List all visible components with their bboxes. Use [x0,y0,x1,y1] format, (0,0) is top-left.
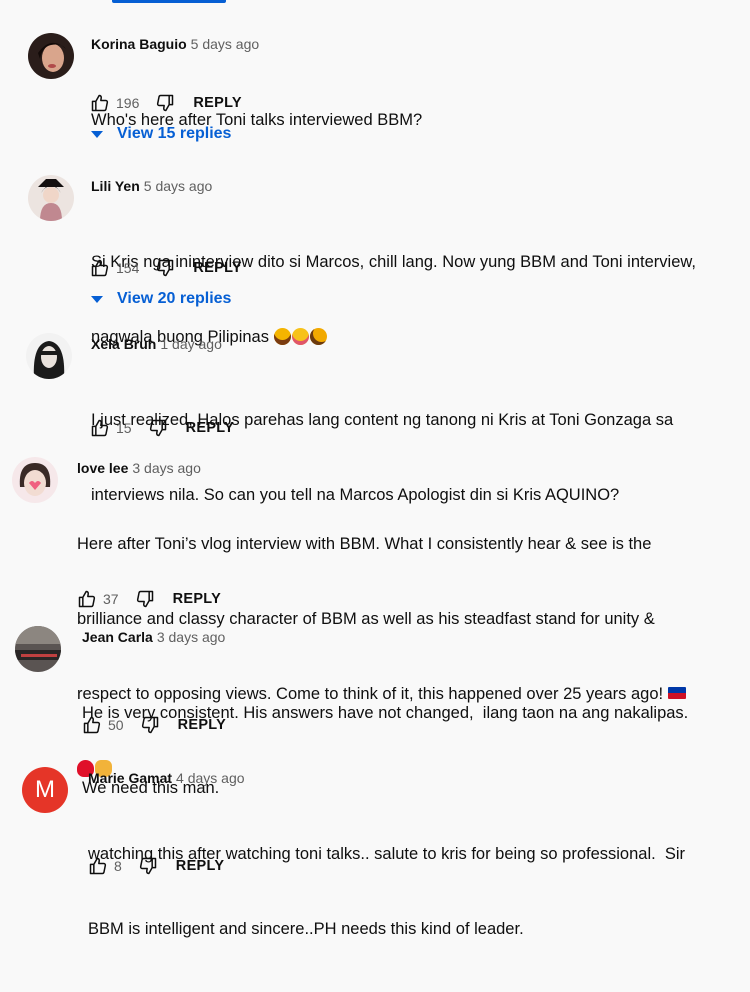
reply-button[interactable]: REPLY [193,95,242,111]
comment-actions: 15 REPLY [88,416,234,440]
avatar[interactable] [26,333,72,379]
author-name[interactable]: Jean Carla [82,629,153,645]
reply-button[interactable]: REPLY [173,591,222,607]
thumbs-down-icon [157,94,174,112]
profile-photo-icon [15,626,61,672]
comment-header: Marie Gamat 4 days ago [88,770,245,786]
like-button[interactable] [80,713,104,737]
dislike-button[interactable] [138,713,162,737]
caret-down-icon [91,295,103,303]
reply-button[interactable]: REPLY [178,717,227,733]
avatar[interactable]: M [22,767,68,813]
comment-time[interactable]: 3 days ago [132,460,201,476]
comment-time[interactable]: 4 days ago [176,770,245,786]
previous-replies-link-edge [112,0,226,3]
grinning-sweat-emoji [273,328,291,345]
thumbs-up-icon [89,857,107,875]
thumbs-up-icon [78,590,96,608]
avatar[interactable] [15,626,61,672]
author-name[interactable]: Marie Gamat [88,770,172,786]
dislike-button[interactable] [146,416,170,440]
like-count: 196 [116,95,140,111]
reply-button[interactable]: REPLY [193,260,242,276]
comment-line: BBM is intelligent and sincere..PH needs… [88,920,524,938]
author-name[interactable]: Xela Bruh [91,336,156,352]
profile-photo-icon [28,33,74,79]
like-button[interactable] [86,854,110,878]
comment-time[interactable]: 3 days ago [157,629,226,645]
like-count: 50 [108,717,124,733]
thumbs-up-icon [91,419,109,437]
comment-header: Lili Yen 5 days ago [91,178,212,194]
caret-down-icon [91,130,103,138]
winking-tongue-emoji [291,328,309,345]
view-replies-button[interactable]: View 15 replies [91,125,231,143]
comment-actions: 8 REPLY [86,854,224,878]
profile-photo-icon [26,333,72,379]
reply-button[interactable]: REPLY [176,858,225,874]
thumbs-up-icon [83,716,101,734]
avatar[interactable] [28,33,74,79]
comment-actions: 154 REPLY [88,256,242,280]
comment-time[interactable]: 1 day ago [160,336,222,352]
dislike-button[interactable] [153,256,177,280]
view-replies-label: View 15 replies [117,125,232,142]
comment-text: watching this after watching toni talks.… [88,792,685,992]
comment-header: love lee 3 days ago [77,460,201,476]
like-button[interactable] [88,256,112,280]
comment-header: Xela Bruh 1 day ago [91,336,222,352]
comment-time[interactable]: 5 days ago [191,36,260,52]
thumbs-down-icon [149,419,166,437]
dislike-button[interactable] [133,587,157,611]
avatar[interactable] [12,457,58,503]
comment-time[interactable]: 5 days ago [144,178,213,194]
thumbs-down-icon [141,716,158,734]
dislike-button[interactable] [136,854,160,878]
like-button[interactable] [88,416,112,440]
like-button[interactable] [75,587,99,611]
profile-photo-icon [12,457,58,503]
comment-actions: 50 REPLY [80,713,226,737]
like-count: 37 [103,591,119,607]
profile-photo-icon [28,175,74,221]
reply-button[interactable]: REPLY [186,420,235,436]
like-count: 154 [116,260,140,276]
rolling-laughing-emoji [309,328,327,345]
author-name[interactable]: Korina Baguio [91,36,187,52]
like-count: 8 [114,858,122,874]
thumbs-down-icon [157,259,174,277]
comment-actions: 196 REPLY [88,91,242,115]
comment-header: Jean Carla 3 days ago [82,629,225,645]
comment-header: Korina Baguio 5 days ago [91,36,259,52]
thumbs-up-icon [91,259,109,277]
view-replies-button[interactable]: View 20 replies [91,290,231,308]
comment-line: Here after Toni’s vlog interview with BB… [77,535,652,553]
view-replies-label: View 20 replies [117,290,232,307]
comment-text: Who's here after Toni talks interviewed … [91,58,422,183]
thumbs-down-icon [136,590,153,608]
comment-actions: 37 REPLY [75,587,221,611]
like-count: 15 [116,420,132,436]
author-name[interactable]: Lili Yen [91,178,140,194]
avatar[interactable] [28,175,74,221]
thumbs-down-icon [139,857,157,875]
dislike-button[interactable] [153,91,177,115]
avatar-letter: M [35,776,55,803]
thumbs-up-icon [91,94,109,112]
like-button[interactable] [88,91,112,115]
author-name[interactable]: love lee [77,460,128,476]
